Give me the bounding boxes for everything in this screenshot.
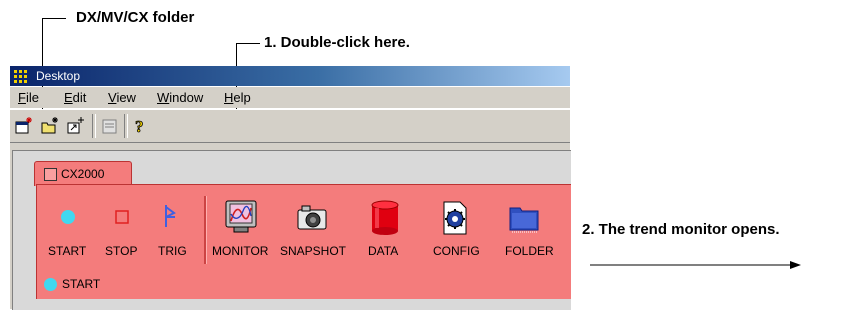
double-click-callout-line xyxy=(236,43,260,44)
status-text: START xyxy=(62,277,101,291)
trig-label[interactable]: TRIG xyxy=(158,244,187,258)
start-label[interactable]: START xyxy=(48,244,86,258)
properties-icon[interactable] xyxy=(100,116,120,136)
trig-icon[interactable] xyxy=(162,203,178,236)
window-title: Desktop xyxy=(36,69,81,83)
snapshot-icon[interactable] xyxy=(296,204,330,237)
toolbar-separator xyxy=(92,114,96,138)
double-click-callout: 1. Double-click here. xyxy=(264,34,410,51)
menu-view[interactable]: View xyxy=(108,90,136,105)
title-bar[interactable]: Desktop xyxy=(10,66,570,86)
status-indicator-icon xyxy=(44,278,57,291)
folder-callout: DX/MV/CX folder xyxy=(76,9,195,26)
folder-tab-checkbox[interactable] xyxy=(44,168,57,181)
menu-window[interactable]: Window xyxy=(157,90,203,105)
folder-label[interactable]: FOLDER xyxy=(505,244,554,258)
monitor-icon[interactable] xyxy=(222,199,262,242)
menu-edit[interactable]: Edit xyxy=(64,90,86,105)
folder-icon[interactable] xyxy=(508,202,542,239)
snapshot-label[interactable]: SNAPSHOT xyxy=(280,244,346,258)
start-icon[interactable] xyxy=(60,209,76,230)
folder-callout-line xyxy=(42,18,66,19)
help-icon[interactable]: ? xyxy=(130,116,150,137)
folder-tab-cx2000[interactable]: CX2000 xyxy=(34,161,132,186)
new-folder-icon[interactable] xyxy=(40,116,60,136)
data-label[interactable]: DATA xyxy=(368,244,398,258)
new-window-icon[interactable] xyxy=(14,116,34,136)
stop-label[interactable]: STOP xyxy=(105,244,137,258)
monitor-label[interactable]: MONITOR xyxy=(212,244,268,258)
status-line: START xyxy=(44,274,564,296)
menu-bar: File Edit View Window Help xyxy=(10,87,570,108)
desktop-app-icon xyxy=(14,70,30,83)
config-icon[interactable] xyxy=(440,200,470,241)
menu-file[interactable]: File xyxy=(18,90,39,105)
folder-tab-label: CX2000 xyxy=(61,167,105,181)
menu-help[interactable]: Help xyxy=(224,90,251,105)
toolbar-separator-2 xyxy=(124,114,128,138)
config-label[interactable]: CONFIG xyxy=(433,244,480,258)
new-shortcut-icon[interactable] xyxy=(66,116,86,136)
toolbar: ? xyxy=(10,109,570,143)
panel-separator xyxy=(204,196,207,264)
data-icon[interactable] xyxy=(370,200,400,241)
stop-icon[interactable] xyxy=(115,210,129,229)
trend-monitor-callout: 2. The trend monitor opens. xyxy=(582,221,780,238)
arrow-right-icon xyxy=(590,257,802,275)
svg-text:?: ? xyxy=(135,117,144,136)
